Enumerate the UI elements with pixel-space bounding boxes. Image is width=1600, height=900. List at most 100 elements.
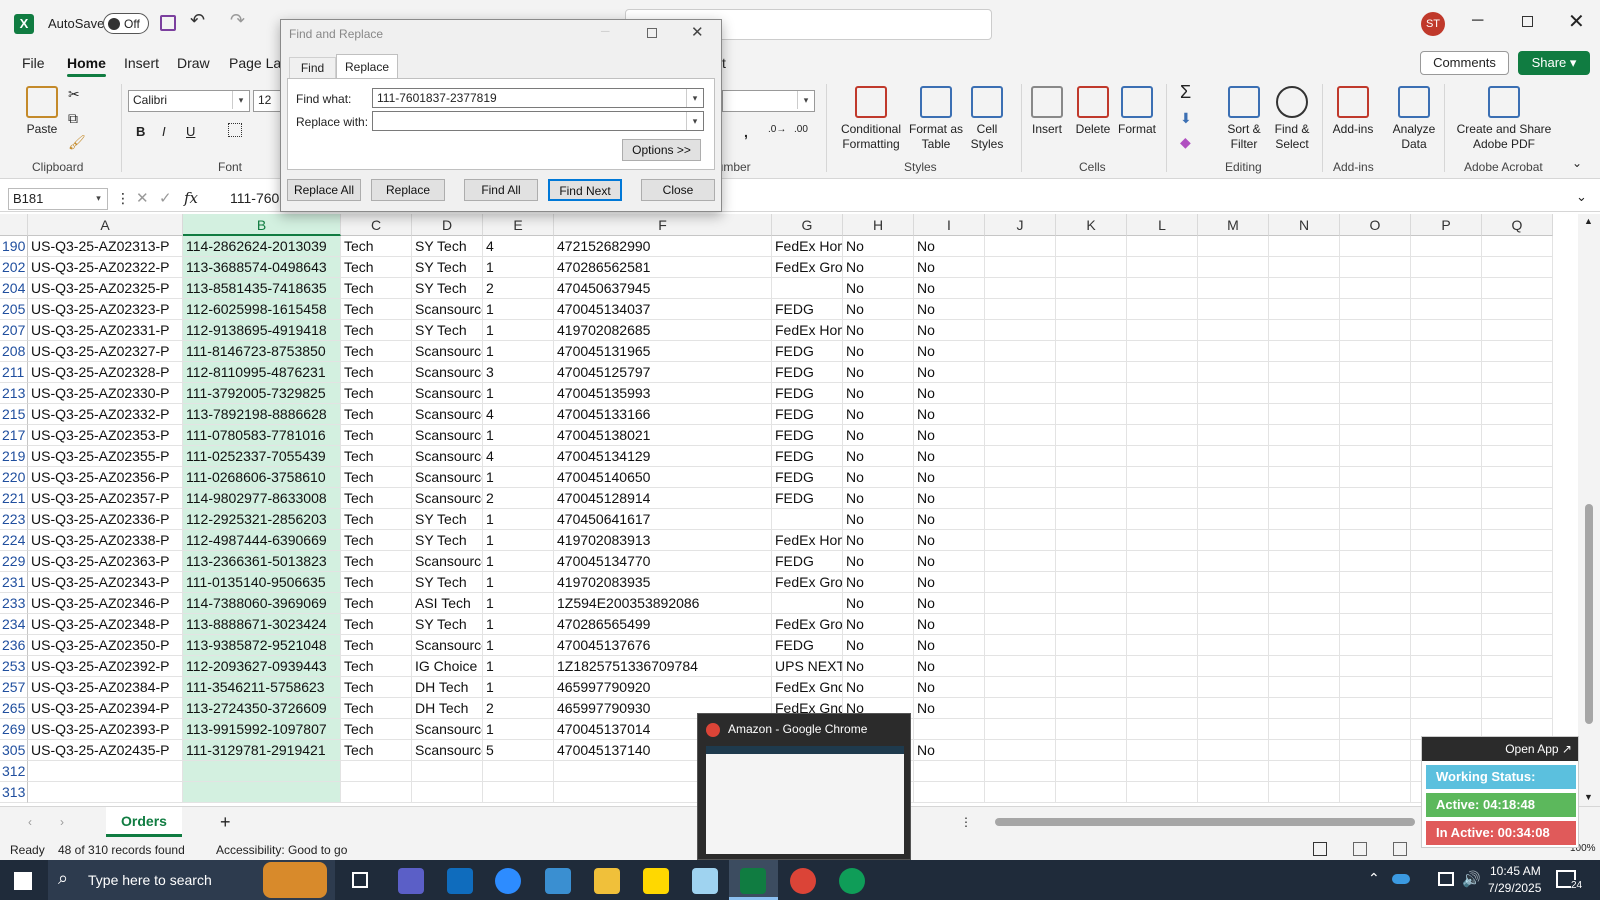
- cell-h[interactable]: No: [843, 425, 914, 446]
- cell-m[interactable]: [1198, 530, 1269, 551]
- create-pdf-button[interactable]: Create and Share Adobe PDF: [1454, 86, 1554, 152]
- cell-i[interactable]: No: [914, 698, 985, 719]
- cell-e[interactable]: 1: [483, 719, 554, 740]
- row-header[interactable]: 190: [0, 236, 28, 257]
- borders-icon[interactable]: [228, 123, 242, 137]
- row-header[interactable]: 233: [0, 593, 28, 614]
- cell-m[interactable]: [1198, 278, 1269, 299]
- cell-f[interactable]: 470450637945: [554, 278, 772, 299]
- cell-a[interactable]: US-Q3-25-AZ02323-P: [28, 299, 183, 320]
- normal-view-icon[interactable]: [1313, 842, 1327, 856]
- cell-m[interactable]: [1198, 656, 1269, 677]
- cell-e[interactable]: 1: [483, 341, 554, 362]
- cell-k[interactable]: [1056, 761, 1127, 782]
- cell-c[interactable]: Tech: [341, 488, 412, 509]
- cell-o[interactable]: [1340, 677, 1411, 698]
- cell-h[interactable]: No: [843, 677, 914, 698]
- cell-j[interactable]: [985, 593, 1056, 614]
- row-header[interactable]: 257: [0, 677, 28, 698]
- cell-k[interactable]: [1056, 572, 1127, 593]
- cell-l[interactable]: [1127, 677, 1198, 698]
- cell-g[interactable]: FEDG: [772, 635, 843, 656]
- cell-f[interactable]: 470045138021: [554, 425, 772, 446]
- cell-b[interactable]: 111-3129781-2919421: [183, 740, 341, 761]
- cell-l[interactable]: [1127, 656, 1198, 677]
- cell-c[interactable]: Tech: [341, 656, 412, 677]
- cell-a[interactable]: US-Q3-25-AZ02325-P: [28, 278, 183, 299]
- cell-h[interactable]: No: [843, 299, 914, 320]
- open-app-link[interactable]: Open App ↗: [1505, 742, 1572, 756]
- cell-c[interactable]: Tech: [341, 593, 412, 614]
- dialog-close-icon[interactable]: ✕: [691, 23, 704, 41]
- decrease-decimal-icon[interactable]: .00: [794, 124, 808, 135]
- share-button[interactable]: Share ▾: [1518, 51, 1590, 75]
- cell-j[interactable]: [985, 740, 1056, 761]
- cell-c[interactable]: Tech: [341, 257, 412, 278]
- cell-c[interactable]: Tech: [341, 719, 412, 740]
- cell-n[interactable]: [1269, 719, 1340, 740]
- cell-b[interactable]: 112-4987444-6390669: [183, 530, 341, 551]
- name-box[interactable]: B181 ▾: [8, 188, 108, 210]
- cell-e[interactable]: 1: [483, 635, 554, 656]
- cell-q[interactable]: [1482, 614, 1553, 635]
- cell-o[interactable]: [1340, 299, 1411, 320]
- cell-k[interactable]: [1056, 551, 1127, 572]
- outlook-icon[interactable]: [447, 868, 473, 894]
- cell-b[interactable]: 113-2724350-3726609: [183, 698, 341, 719]
- cell-e[interactable]: 1: [483, 656, 554, 677]
- cell-d[interactable]: SY Tech: [412, 530, 483, 551]
- cell-d[interactable]: [412, 782, 483, 803]
- cell-p[interactable]: [1411, 488, 1482, 509]
- cell-f[interactable]: 419702083913: [554, 530, 772, 551]
- replace-with-input[interactable]: ▾: [372, 111, 704, 131]
- analyze-data-button[interactable]: Analyze Data: [1389, 86, 1439, 152]
- cell-n[interactable]: [1269, 782, 1340, 803]
- cell-b[interactable]: [183, 782, 341, 803]
- cell-b[interactable]: 111-0135140-9506635: [183, 572, 341, 593]
- enter-icon[interactable]: ✓: [159, 189, 172, 207]
- cell-p[interactable]: [1411, 278, 1482, 299]
- cell-o[interactable]: [1340, 320, 1411, 341]
- cell-a[interactable]: US-Q3-25-AZ02435-P: [28, 740, 183, 761]
- cell-b[interactable]: 113-8581435-7418635: [183, 278, 341, 299]
- cell-c[interactable]: Tech: [341, 635, 412, 656]
- menu-home[interactable]: Home: [67, 55, 106, 77]
- cell-e[interactable]: 1: [483, 467, 554, 488]
- column-header-l[interactable]: L: [1127, 214, 1198, 236]
- cell-c[interactable]: Tech: [341, 740, 412, 761]
- cell-d[interactable]: Scansource: [412, 383, 483, 404]
- column-header-n[interactable]: N: [1269, 214, 1340, 236]
- cell-l[interactable]: [1127, 635, 1198, 656]
- tray-chevron-icon[interactable]: ⌃: [1368, 870, 1380, 887]
- cell-p[interactable]: [1411, 635, 1482, 656]
- cell-i[interactable]: [914, 761, 985, 782]
- hscroll-thumb[interactable]: [995, 818, 1415, 826]
- cell-a[interactable]: US-Q3-25-AZ02357-P: [28, 488, 183, 509]
- teams-icon[interactable]: [398, 868, 424, 894]
- cell-e[interactable]: 1: [483, 593, 554, 614]
- row-header[interactable]: 221: [0, 488, 28, 509]
- cell-g[interactable]: [772, 278, 843, 299]
- cell-m[interactable]: [1198, 635, 1269, 656]
- cell-d[interactable]: Scansource: [412, 404, 483, 425]
- cell-n[interactable]: [1269, 593, 1340, 614]
- cell-p[interactable]: [1411, 698, 1482, 719]
- cell-m[interactable]: [1198, 257, 1269, 278]
- cell-c[interactable]: Tech: [341, 404, 412, 425]
- cell-c[interactable]: Tech: [341, 425, 412, 446]
- cell-a[interactable]: US-Q3-25-AZ02350-P: [28, 635, 183, 656]
- cell-k[interactable]: [1056, 299, 1127, 320]
- cell-o[interactable]: [1340, 257, 1411, 278]
- cell-m[interactable]: [1198, 488, 1269, 509]
- cell-f[interactable]: 470045134129: [554, 446, 772, 467]
- insert-cells-button[interactable]: Insert: [1024, 86, 1070, 137]
- cell-h[interactable]: No: [843, 614, 914, 635]
- avatar[interactable]: ST: [1421, 12, 1445, 36]
- cell-h[interactable]: No: [843, 320, 914, 341]
- column-header-g[interactable]: G: [772, 214, 843, 236]
- cell-e[interactable]: 4: [483, 236, 554, 257]
- cell-b[interactable]: 111-0252337-7055439: [183, 446, 341, 467]
- cell-q[interactable]: [1482, 236, 1553, 257]
- cell-j[interactable]: [985, 404, 1056, 425]
- cell-i[interactable]: [914, 719, 985, 740]
